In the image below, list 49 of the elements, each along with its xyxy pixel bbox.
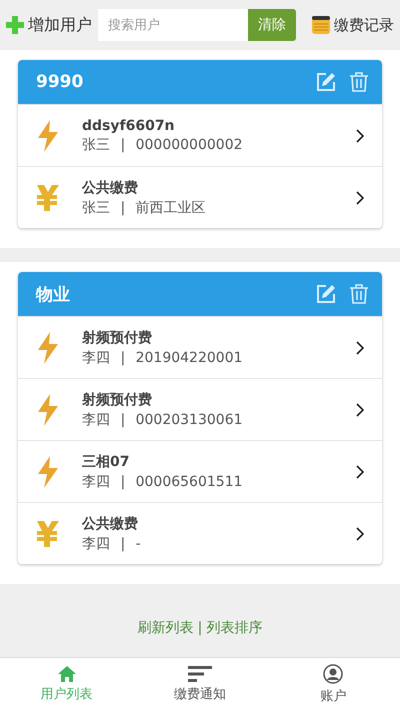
- meter-detail: 张三 | 000000000002: [82, 136, 244, 154]
- meter-name: 射频预付费: [82, 390, 153, 408]
- group-title: 物业: [36, 284, 71, 306]
- meter-row[interactable]: 三相07 李四 | 000065601511: [18, 440, 382, 502]
- chevron-icon: [356, 526, 364, 540]
- search-field[interactable]: 搜索用户: [98, 9, 248, 41]
- chevron-icon: [356, 190, 364, 204]
- list-icon: [188, 666, 212, 682]
- chevron-icon: [356, 340, 364, 354]
- chevron-icon: [356, 464, 364, 478]
- meter-row[interactable]: 公共缴费 张三 | 前西工业区: [18, 166, 382, 228]
- yen-icon: [36, 520, 60, 546]
- lightning-icon: [37, 120, 59, 152]
- edit-icon[interactable]: [316, 72, 336, 92]
- trash-icon[interactable]: [350, 284, 368, 304]
- meter-name: 公共缴费: [82, 178, 139, 196]
- group-title: 9990: [36, 72, 84, 92]
- chevron-icon: [356, 128, 364, 142]
- edit-icon[interactable]: [316, 284, 336, 304]
- meter-detail: 李四 | 201904220001: [82, 348, 244, 366]
- user-icon: [323, 664, 344, 684]
- meter-name: 射频预付费: [82, 328, 153, 346]
- home-icon: [58, 666, 76, 682]
- meter-detail: 李四 | -: [82, 534, 142, 552]
- trash-icon[interactable]: [350, 72, 368, 92]
- lightning-icon: [37, 332, 59, 364]
- meter-detail: 张三 | 前西工业区: [82, 198, 207, 216]
- meter-name: ddsyf6607n: [82, 118, 176, 134]
- meter-row[interactable]: 公共缴费 李四 | -: [18, 502, 382, 564]
- refresh-link[interactable]: 刷新列表: [138, 618, 194, 636]
- link-separator: |: [198, 620, 202, 636]
- meter-row[interactable]: 射频预付费 李四 | 201904220001: [18, 316, 382, 378]
- lightning-icon: [37, 456, 59, 488]
- nav-tab[interactable]: 账户: [266, 658, 400, 711]
- sort-link[interactable]: 列表排序: [206, 618, 262, 636]
- add-user-link[interactable]: 增加用户: [28, 14, 92, 36]
- meter-detail: 李四 | 000065601511: [82, 472, 244, 490]
- yen-icon: [36, 184, 60, 210]
- payment-records-link[interactable]: 缴费记录: [334, 16, 394, 34]
- meter-row[interactable]: ddsyf6607n 张三 | 000000000002: [18, 104, 382, 166]
- notepad-icon[interactable]: [312, 16, 330, 34]
- meter-name: 公共缴费: [82, 514, 139, 532]
- meter-name: 三相07: [82, 452, 130, 470]
- plus-icon[interactable]: [6, 16, 24, 34]
- nav-tab[interactable]: 缴费通知: [133, 658, 267, 711]
- meter-detail: 李四 | 000203130061: [82, 410, 244, 428]
- meter-row[interactable]: 射频预付费 李四 | 000203130061: [18, 378, 382, 440]
- chevron-icon: [356, 402, 364, 416]
- lightning-icon: [37, 394, 59, 426]
